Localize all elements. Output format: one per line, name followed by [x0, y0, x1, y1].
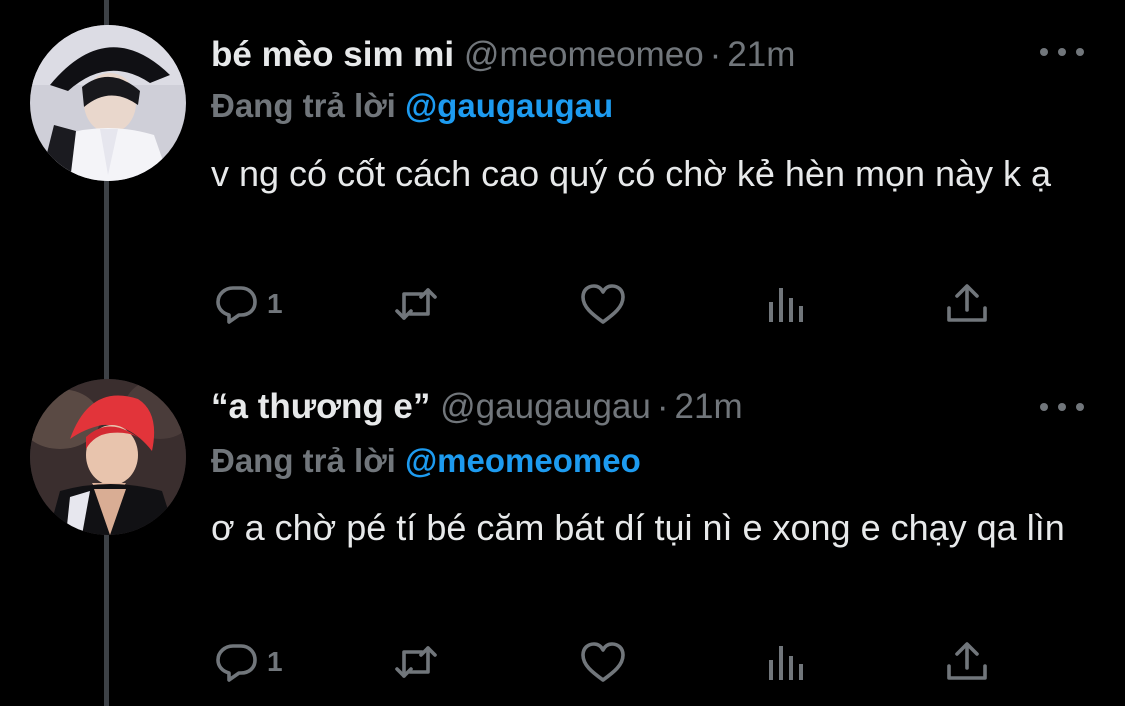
tweet-header: bé mèo sim mi @meomeomeo · 21m [211, 32, 795, 78]
like-button[interactable] [579, 280, 627, 328]
timestamp[interactable]: 21m [727, 35, 795, 74]
reply-count: 1 [267, 288, 283, 319]
avatar[interactable] [30, 379, 186, 535]
separator-dot: · [709, 35, 722, 74]
avatar-photo [30, 25, 186, 181]
analytics-icon [769, 288, 803, 322]
user-handle[interactable]: @meomeomeo [464, 35, 704, 74]
share-button[interactable] [943, 638, 991, 686]
display-name[interactable]: bé mèo sim mi [211, 35, 454, 74]
retweet-button[interactable] [392, 280, 440, 328]
tweet-header: “a thương e” @gaugaugau · 21m [211, 384, 743, 430]
analytics-icon [769, 646, 803, 680]
reply-icon [216, 286, 257, 324]
replying-to-mention[interactable]: @gaugaugau [405, 87, 613, 124]
retweet-icon [395, 646, 437, 678]
share-button[interactable] [943, 280, 991, 328]
reply-button[interactable]: 1 [213, 638, 283, 686]
replying-to: Đang trả lời @meomeomeo [211, 439, 641, 483]
share-icon [947, 284, 987, 322]
tweet-actions: 1 [211, 638, 1011, 688]
avatar[interactable] [30, 25, 186, 181]
heart-icon [581, 284, 625, 324]
retweet-button[interactable] [392, 638, 440, 686]
analytics-button[interactable] [761, 280, 809, 328]
more-icon[interactable] [1040, 397, 1084, 417]
share-icon [947, 642, 987, 680]
reply-button[interactable]: 1 [213, 280, 283, 328]
heart-icon [581, 642, 625, 682]
display-name[interactable]: “a thương e” [211, 387, 430, 426]
replying-to-mention[interactable]: @meomeomeo [405, 442, 641, 479]
tweet-actions: 1 [211, 280, 1011, 330]
retweet-icon [395, 288, 437, 320]
reply-icon [216, 644, 257, 682]
reply-count: 1 [267, 646, 283, 677]
replying-to-label: Đang trả lời [211, 87, 396, 124]
like-button[interactable] [579, 638, 627, 686]
more-icon[interactable] [1040, 42, 1084, 62]
replying-to-label: Đang trả lời [211, 442, 396, 479]
analytics-button[interactable] [761, 638, 809, 686]
timestamp[interactable]: 21m [675, 387, 743, 426]
replying-to: Đang trả lời @gaugaugau [211, 84, 613, 128]
separator-dot: · [656, 387, 669, 426]
avatar-photo [30, 379, 186, 535]
tweet-text: v ng có cốt cách cao quý có chờ kẻ hèn m… [211, 153, 1052, 194]
user-handle[interactable]: @gaugaugau [440, 387, 651, 426]
tweet-text: ơ a chờ pé tí bé căm bát dí tụi nì e xon… [211, 507, 1065, 548]
